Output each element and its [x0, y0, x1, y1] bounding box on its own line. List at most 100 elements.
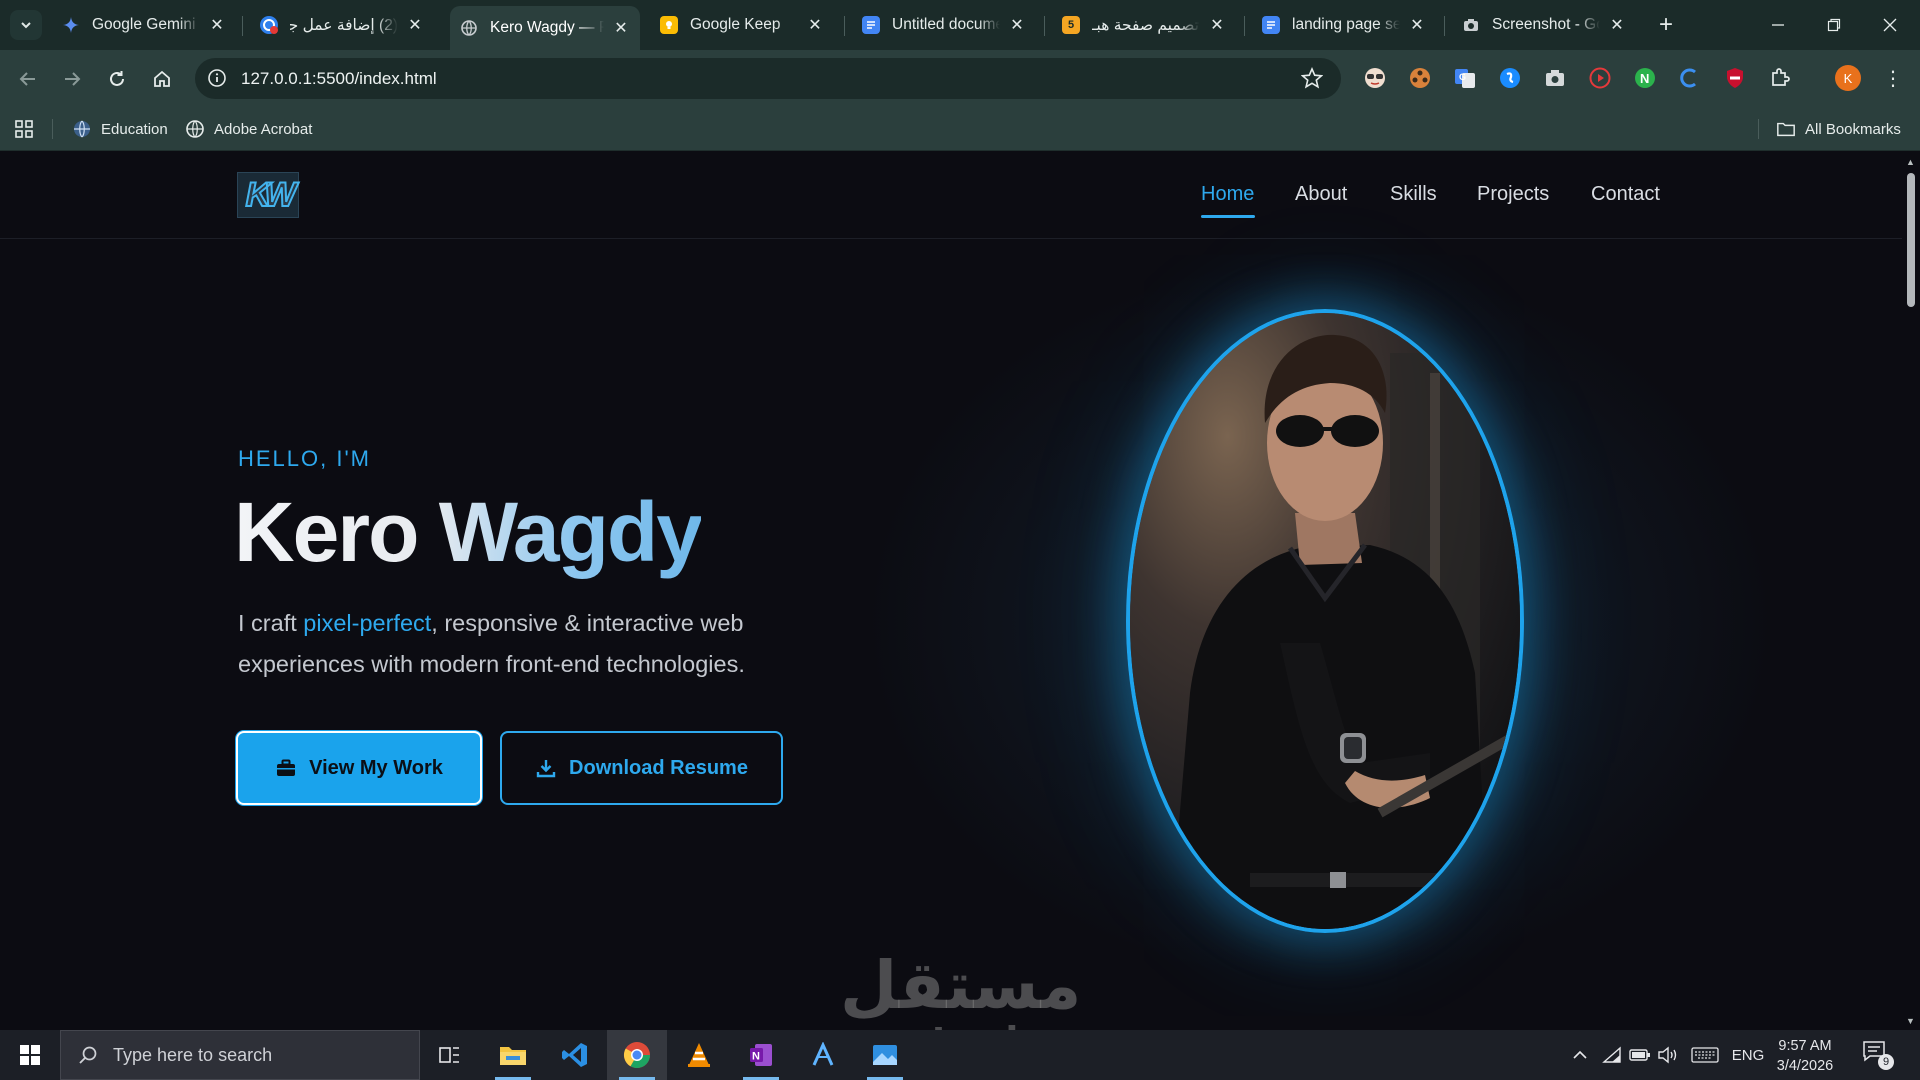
site-logo[interactable]: KW — [237, 172, 299, 218]
search-icon — [77, 1044, 99, 1066]
scrollbar-thumb[interactable] — [1907, 173, 1915, 307]
bookmark-label: Education — [101, 120, 168, 138]
bookmark-star-button[interactable] — [1300, 66, 1324, 94]
url-text[interactable]: 127.0.0.1:5500/index.html — [241, 69, 437, 89]
nav-about[interactable]: About — [1295, 183, 1347, 206]
bookmark-education[interactable]: Education — [72, 119, 168, 139]
task-view-button[interactable] — [420, 1030, 480, 1080]
extension-reel-icon[interactable] — [1407, 65, 1433, 91]
taskbar-search[interactable]: Type here to search — [60, 1030, 420, 1080]
globe-icon — [72, 119, 92, 139]
puzzle-icon[interactable] — [1767, 65, 1793, 91]
tab-separator — [1444, 16, 1445, 36]
close-window-button[interactable] — [1862, 0, 1918, 50]
close-icon[interactable]: ✕ — [208, 16, 226, 34]
tab-mostaql[interactable]: (2) إضافة عمل جـ ✕ — [250, 7, 434, 43]
screenshot-icon[interactable] — [1542, 65, 1568, 91]
close-icon[interactable]: ✕ — [1208, 16, 1226, 34]
chrome-app[interactable] — [607, 1030, 667, 1080]
briefcase-icon — [275, 757, 297, 779]
home-button[interactable] — [147, 64, 177, 94]
chevron-down-icon — [21, 22, 31, 29]
star-icon — [1300, 66, 1324, 89]
info-icon — [208, 69, 226, 87]
vscode-icon — [562, 1043, 587, 1067]
letter-a-icon — [812, 1042, 834, 1066]
windows-logo-icon — [20, 1045, 40, 1065]
tab-screenshot[interactable]: Screenshot - Goo ✕ — [1452, 7, 1636, 43]
tab-google-keep[interactable]: Google Keep ✕ — [650, 7, 834, 43]
tab-google-gemini[interactable]: Google Gemini ✕ — [52, 7, 236, 43]
google-translate-icon[interactable]: G — [1452, 65, 1478, 91]
vscode-app[interactable] — [545, 1030, 605, 1080]
close-icon[interactable]: ✕ — [612, 19, 630, 37]
tab-landing-design[interactable]: 5 تصميم صفحة هبـ ✕ — [1052, 7, 1236, 43]
close-icon[interactable]: ✕ — [1008, 16, 1026, 34]
address-bar[interactable]: 127.0.0.1:5500/index.html — [195, 58, 1341, 99]
block-icon[interactable] — [1722, 65, 1748, 91]
system-clock[interactable]: 9:57 AM 3/4/2026 — [1760, 1036, 1850, 1076]
nav-skills[interactable]: Skills — [1390, 183, 1437, 206]
vlc-app[interactable] — [669, 1030, 729, 1080]
video-record-icon[interactable] — [1587, 65, 1613, 91]
volume-control[interactable] — [1654, 1030, 1682, 1080]
show-hidden-icons[interactable] — [1566, 1030, 1594, 1080]
download-resume-button[interactable]: Download Resume — [500, 731, 783, 805]
all-bookmarks-button[interactable]: All Bookmarks — [1776, 119, 1901, 139]
restore-button[interactable] — [1806, 0, 1862, 50]
scroll-up-arrow-icon[interactable]: ▲ — [1906, 157, 1915, 167]
mostaql-watermark: مستقل mostaql.com — [840, 951, 1125, 1031]
folder-icon — [1776, 119, 1796, 139]
tagline-highlight: pixel-perfect — [303, 610, 432, 636]
new-tab-button[interactable]: + — [1652, 11, 1680, 39]
menu-icon[interactable]: ⋮ — [1880, 65, 1906, 91]
notification-center[interactable]: 9 — [1862, 1040, 1894, 1070]
file-explorer-app[interactable] — [483, 1030, 543, 1080]
close-icon[interactable]: ✕ — [406, 16, 424, 34]
gemini-icon — [62, 16, 80, 34]
apps-button[interactable] — [13, 118, 35, 140]
nav-projects[interactable]: Projects — [1477, 183, 1549, 206]
back-button[interactable] — [13, 64, 43, 94]
nav-contact[interactable]: Contact — [1591, 183, 1660, 206]
bookmark-adobe-acrobat[interactable]: Adobe Acrobat — [185, 119, 312, 139]
onenote-app[interactable]: N — [731, 1030, 791, 1080]
page-scrollbar[interactable]: ▲ ▼ — [1902, 151, 1920, 1030]
bookmark-separator — [1758, 119, 1759, 139]
tab-landing-page-services[interactable]: landing page ser ✕ — [1252, 7, 1436, 43]
battery-status[interactable] — [1626, 1030, 1654, 1080]
extension-c-icon[interactable] — [1677, 65, 1703, 91]
view-my-work-button[interactable]: View My Work — [236, 731, 482, 805]
mostaql-icon — [260, 16, 278, 34]
tab-separator — [1044, 16, 1045, 36]
minimize-button[interactable] — [1750, 0, 1806, 50]
restore-icon — [1827, 18, 1841, 32]
shazam-icon[interactable] — [1497, 65, 1523, 91]
network-status[interactable] — [1598, 1030, 1626, 1080]
tagline-start: I craft — [238, 610, 304, 636]
globe-icon — [460, 19, 478, 37]
reload-button[interactable] — [102, 64, 132, 94]
site-info-button[interactable] — [203, 64, 231, 92]
start-button[interactable] — [0, 1030, 60, 1080]
camera-icon — [1462, 16, 1480, 34]
extension-face-icon[interactable] — [1362, 65, 1388, 91]
extension-n-icon[interactable]: N — [1632, 65, 1658, 91]
tab-title: Google Gemini — [92, 16, 196, 33]
onenote-icon: N — [750, 1044, 772, 1066]
forward-button[interactable] — [57, 64, 87, 94]
tab-untitled-document[interactable]: Untitled docume ✕ — [852, 7, 1036, 43]
nav-home[interactable]: Home — [1201, 183, 1254, 206]
touch-keyboard[interactable] — [1688, 1030, 1722, 1080]
tab-search-button[interactable] — [10, 10, 42, 40]
tab-title: Google Keep — [690, 16, 781, 33]
close-icon[interactable]: ✕ — [1608, 16, 1626, 34]
arc-app[interactable] — [793, 1030, 853, 1080]
profile-avatar[interactable]: K — [1835, 65, 1861, 91]
scroll-down-arrow-icon[interactable]: ▼ — [1906, 1016, 1915, 1026]
photos-app[interactable] — [855, 1030, 915, 1080]
close-icon[interactable]: ✕ — [1408, 16, 1426, 34]
tab-kero-wagdy[interactable]: Kero Wagdy — P ✕ — [450, 6, 640, 50]
close-icon[interactable]: ✕ — [806, 16, 824, 34]
tab-title: (2) إضافة عمل جـ — [290, 16, 398, 34]
